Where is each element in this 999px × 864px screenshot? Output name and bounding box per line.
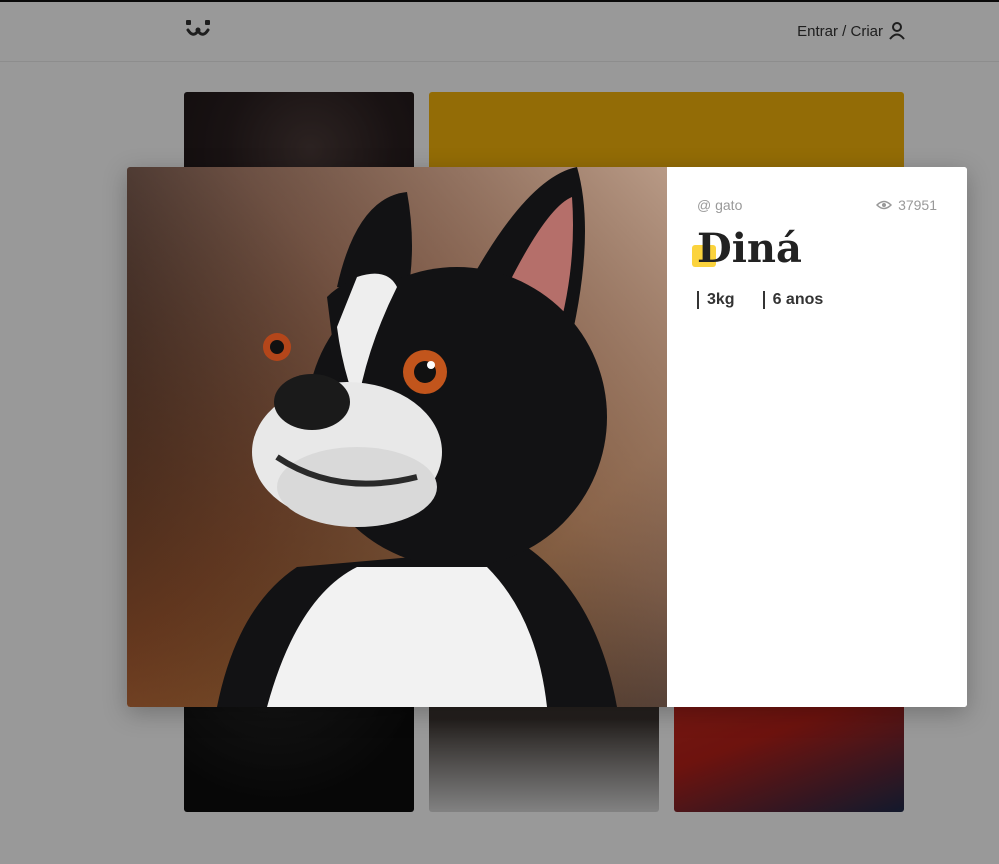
photo-meta: @ gato 37951 bbox=[697, 197, 937, 213]
photo-modal: @ gato 37951 Diná 3kg 6 anos bbox=[127, 167, 967, 707]
photo-title[interactable]: Diná bbox=[697, 225, 937, 273]
photo-attributes: 3kg 6 anos bbox=[697, 291, 937, 309]
age-attribute: 6 anos bbox=[762, 291, 823, 309]
views-value: 37951 bbox=[898, 197, 937, 213]
eye-icon bbox=[876, 200, 893, 210]
author-link[interactable]: @ gato bbox=[697, 197, 742, 213]
views-count: 37951 bbox=[876, 197, 937, 213]
weight-attribute: 3kg bbox=[697, 291, 735, 309]
dog-photo bbox=[127, 167, 667, 707]
photo-details: @ gato 37951 Diná 3kg 6 anos bbox=[667, 167, 967, 707]
title-block: Diná bbox=[692, 225, 937, 273]
